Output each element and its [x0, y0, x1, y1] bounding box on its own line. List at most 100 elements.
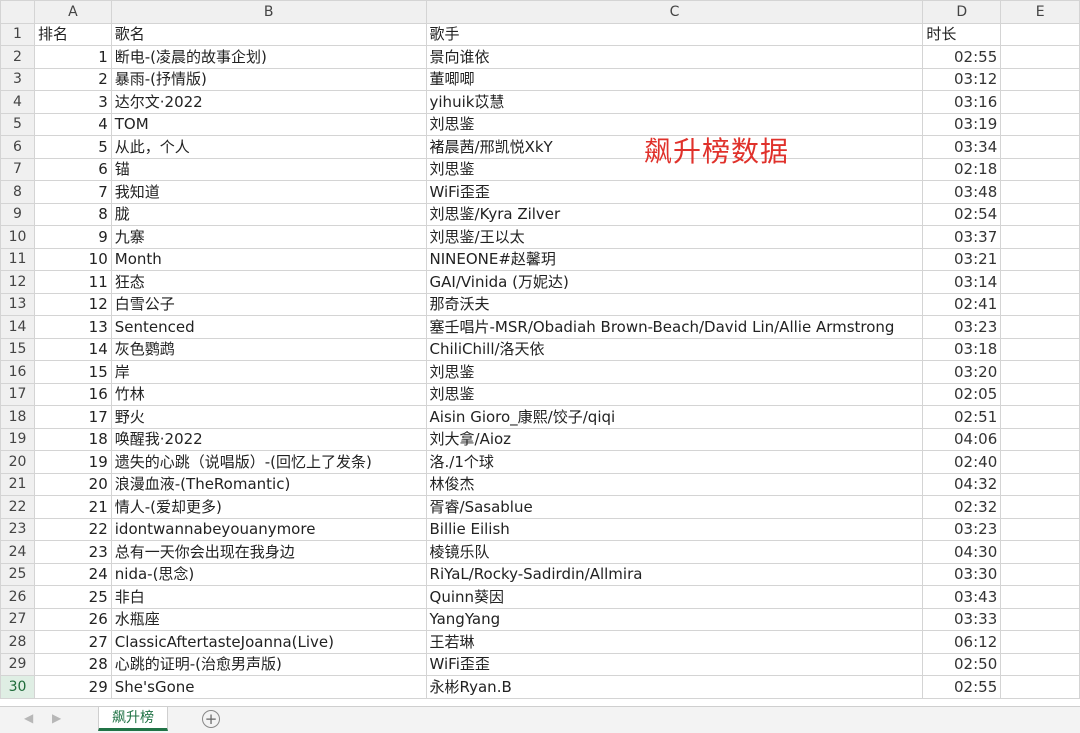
song-cell[interactable]: 白雪公子	[110, 292, 427, 316]
song-cell[interactable]: 野火	[110, 405, 427, 429]
empty-cell[interactable]	[1000, 427, 1080, 451]
row-number[interactable]: 23	[0, 517, 35, 541]
empty-cell[interactable]	[1000, 540, 1080, 564]
artist-cell[interactable]: 景向谁依	[425, 45, 924, 69]
song-cell[interactable]: 胧	[110, 202, 427, 226]
empty-cell[interactable]	[1000, 495, 1080, 519]
empty-cell[interactable]	[1000, 517, 1080, 541]
song-cell[interactable]: ClassicAftertasteJoanna(Live)	[110, 630, 427, 654]
duration-cell[interactable]: 03:33	[922, 607, 1002, 631]
artist-cell[interactable]: 洛./1个球	[425, 450, 924, 474]
duration-cell[interactable]: 02:55	[922, 45, 1002, 69]
select-all-corner[interactable]	[0, 0, 35, 24]
row-number[interactable]: 14	[0, 315, 35, 339]
song-cell[interactable]: 岸	[110, 360, 427, 384]
duration-cell[interactable]: 03:43	[922, 585, 1002, 609]
song-cell[interactable]: nida-(思念)	[110, 562, 427, 586]
sheet-tab-active[interactable]: 飙升榜	[98, 707, 168, 731]
row-number[interactable]: 24	[0, 540, 35, 564]
duration-cell[interactable]: 02:41	[922, 292, 1002, 316]
rank-cell[interactable]: 6	[33, 157, 112, 181]
row-number[interactable]: 3	[0, 67, 35, 91]
rank-cell[interactable]: 3	[33, 90, 112, 114]
duration-cell[interactable]: 04:06	[922, 427, 1002, 451]
empty-cell[interactable]	[1000, 562, 1080, 586]
rank-cell[interactable]: 8	[33, 202, 112, 226]
empty-cell[interactable]	[1000, 202, 1080, 226]
song-cell[interactable]: 达尔文·2022	[110, 90, 427, 114]
rank-cell[interactable]: 5	[33, 135, 112, 159]
artist-cell[interactable]: GAI/Vinida (万妮达)	[425, 270, 924, 294]
song-cell[interactable]: 我知道	[110, 180, 427, 204]
empty-cell[interactable]	[1000, 450, 1080, 474]
duration-cell[interactable]: 03:12	[922, 67, 1002, 91]
song-cell[interactable]: 歌名	[110, 22, 427, 46]
rank-cell[interactable]: 12	[33, 292, 112, 316]
row-number[interactable]: 27	[0, 607, 35, 631]
rank-cell[interactable]: 11	[33, 270, 112, 294]
add-sheet-icon[interactable]: +	[202, 710, 220, 728]
song-cell[interactable]: She'sGone	[110, 675, 427, 699]
duration-cell[interactable]: 02:54	[922, 202, 1002, 226]
duration-cell[interactable]: 03:23	[922, 315, 1002, 339]
artist-cell[interactable]: 胥睿/Sasablue	[425, 495, 924, 519]
duration-cell[interactable]: 06:12	[922, 630, 1002, 654]
scroll-right-icon[interactable]: ▶	[52, 711, 61, 725]
empty-cell[interactable]	[1000, 247, 1080, 271]
empty-cell[interactable]	[1000, 675, 1080, 699]
artist-cell[interactable]: 歌手	[425, 22, 924, 46]
row-number[interactable]: 6	[0, 135, 35, 159]
empty-cell[interactable]	[1000, 45, 1080, 69]
empty-cell[interactable]	[1000, 315, 1080, 339]
song-cell[interactable]: 锚	[110, 157, 427, 181]
row-number[interactable]: 16	[0, 360, 35, 384]
artist-cell[interactable]: 棱镜乐队	[425, 540, 924, 564]
duration-cell[interactable]: 03:48	[922, 180, 1002, 204]
duration-cell[interactable]: 03:30	[922, 562, 1002, 586]
song-cell[interactable]: 断电-(凌晨的故事企划)	[110, 45, 427, 69]
artist-cell[interactable]: ChiliChill/洛天依	[425, 337, 924, 361]
artist-cell[interactable]: 刘思鉴/王以太	[425, 225, 924, 249]
row-number[interactable]: 10	[0, 225, 35, 249]
rank-cell[interactable]: 22	[33, 517, 112, 541]
duration-cell[interactable]: 03:21	[922, 247, 1002, 271]
row-number[interactable]: 13	[0, 292, 35, 316]
row-number[interactable]: 5	[0, 112, 35, 136]
song-cell[interactable]: 遗失的心跳（说唱版）-(回忆上了发条)	[110, 450, 427, 474]
artist-cell[interactable]: Billie Eilish	[425, 517, 924, 541]
song-cell[interactable]: 竹林	[110, 382, 427, 406]
duration-cell[interactable]: 03:19	[922, 112, 1002, 136]
rank-cell[interactable]: 21	[33, 495, 112, 519]
rank-cell[interactable]: 17	[33, 405, 112, 429]
rank-cell[interactable]: 19	[33, 450, 112, 474]
column-header-e[interactable]: E	[1000, 0, 1080, 24]
artist-cell[interactable]: 林俊杰	[425, 472, 924, 496]
duration-cell[interactable]: 04:30	[922, 540, 1002, 564]
song-cell[interactable]: 水瓶座	[110, 607, 427, 631]
rank-cell[interactable]: 25	[33, 585, 112, 609]
column-header-c[interactable]: C	[425, 0, 924, 24]
rank-cell[interactable]: 16	[33, 382, 112, 406]
empty-cell[interactable]	[1000, 22, 1080, 46]
duration-cell[interactable]: 03:34	[922, 135, 1002, 159]
duration-cell[interactable]: 04:32	[922, 472, 1002, 496]
artist-cell[interactable]: 永彬Ryan.B	[425, 675, 924, 699]
song-cell[interactable]: Month	[110, 247, 427, 271]
artist-cell[interactable]: 那奇沃夫	[425, 292, 924, 316]
song-cell[interactable]: 从此，个人	[110, 135, 427, 159]
artist-cell[interactable]: WiFi歪歪	[425, 180, 924, 204]
duration-cell[interactable]: 03:23	[922, 517, 1002, 541]
rank-cell[interactable]: 18	[33, 427, 112, 451]
empty-cell[interactable]	[1000, 292, 1080, 316]
duration-cell[interactable]: 03:20	[922, 360, 1002, 384]
artist-cell[interactable]: 刘思鉴/Kyra Zilver	[425, 202, 924, 226]
row-number[interactable]: 9	[0, 202, 35, 226]
row-number[interactable]: 28	[0, 630, 35, 654]
row-number[interactable]: 17	[0, 382, 35, 406]
rank-cell[interactable]: 4	[33, 112, 112, 136]
song-cell[interactable]: TOM	[110, 112, 427, 136]
duration-cell[interactable]: 02:50	[922, 652, 1002, 676]
empty-cell[interactable]	[1000, 157, 1080, 181]
rank-cell[interactable]: 28	[33, 652, 112, 676]
rank-cell[interactable]: 10	[33, 247, 112, 271]
